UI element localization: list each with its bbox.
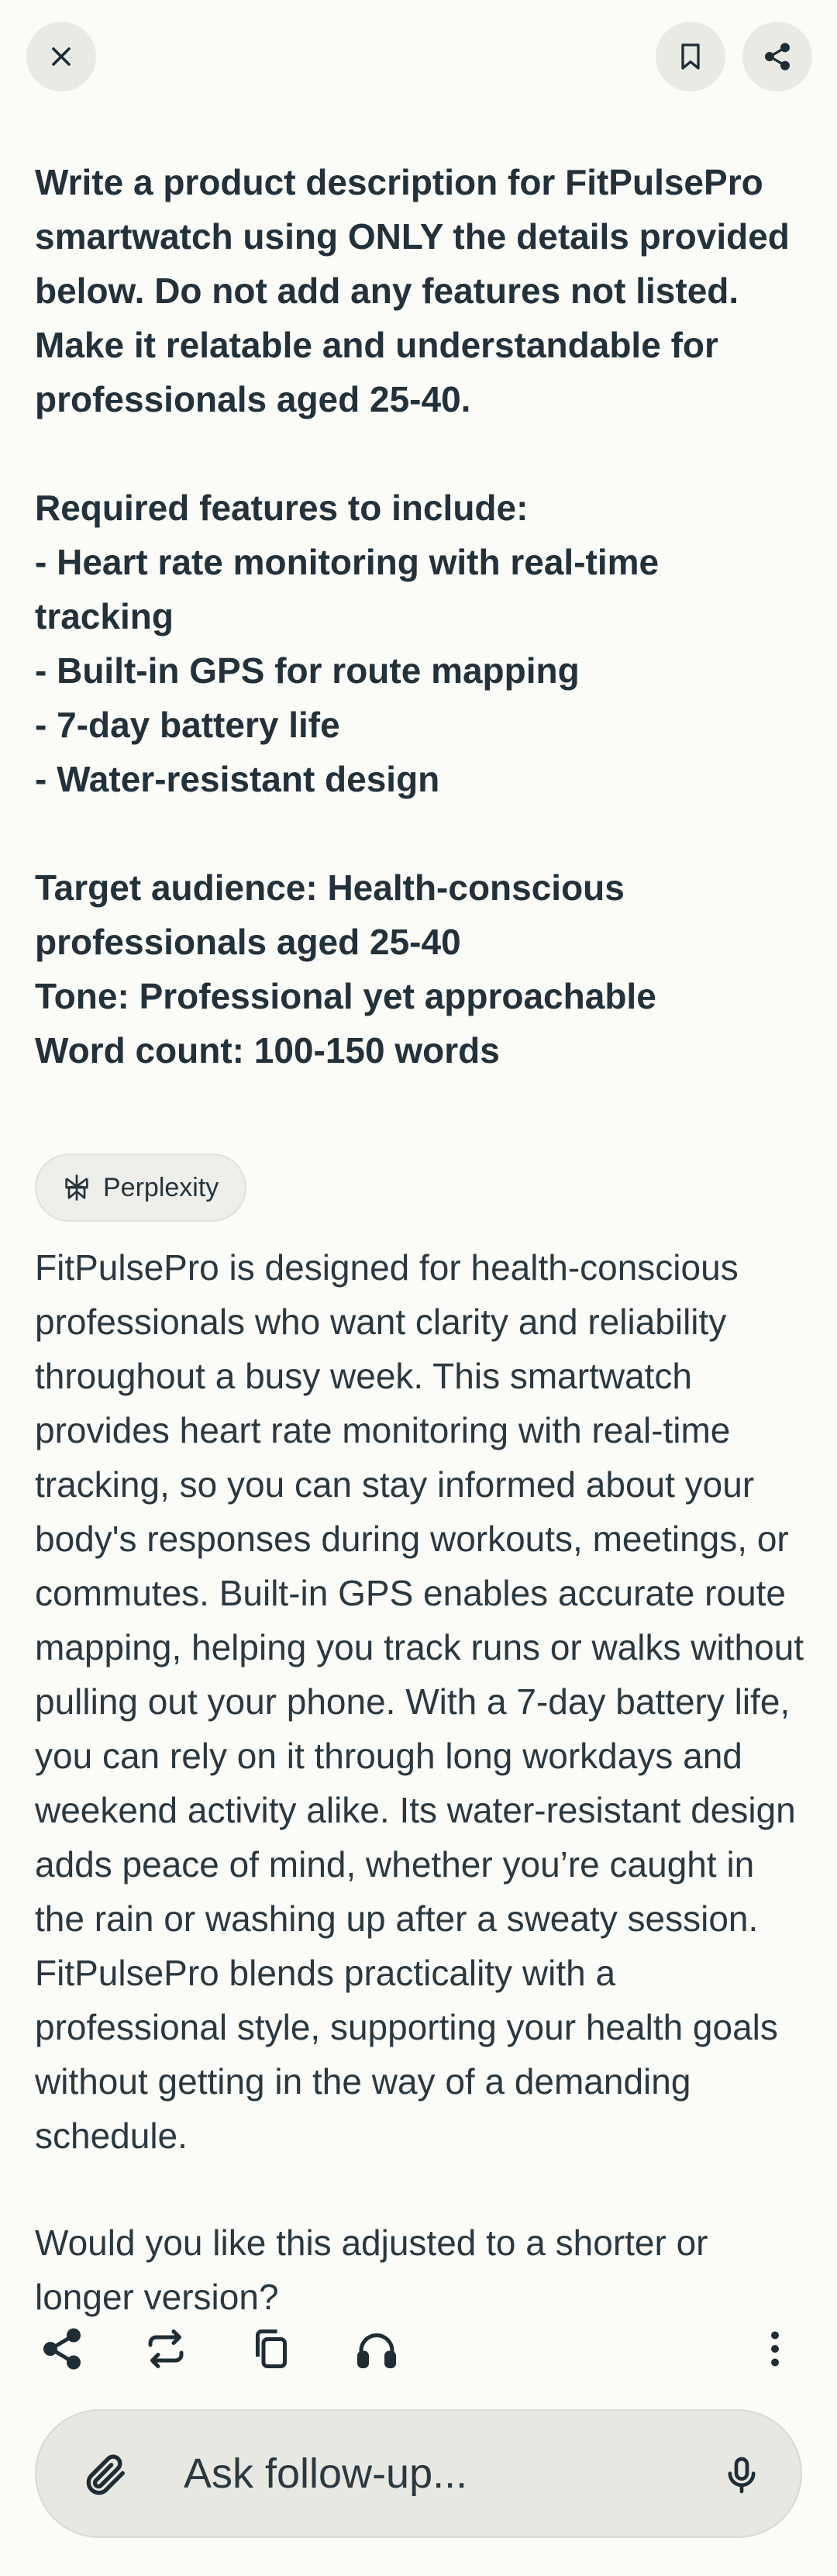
bookmark-button[interactable] xyxy=(656,22,725,91)
share-button[interactable] xyxy=(742,22,812,91)
answer-paragraph: FitPulsePro is designed for health-consc… xyxy=(35,1247,804,2156)
close-icon xyxy=(52,47,71,66)
rewrite-button[interactable] xyxy=(135,2318,197,2380)
headphones-icon xyxy=(357,2333,396,2368)
copy-button[interactable] xyxy=(240,2318,302,2380)
query-required-heading: Required features to include: xyxy=(35,488,529,528)
share-icon xyxy=(765,43,790,71)
close-button[interactable] xyxy=(26,22,96,91)
query-tone: Tone: Professional yet approachable xyxy=(35,976,656,1016)
query-feature: - Heart rate monitoring with real-time t… xyxy=(35,542,660,636)
source-chip[interactable]: Perplexity xyxy=(35,1154,247,1222)
source-label: Perplexity xyxy=(103,1172,219,1202)
attach-button[interactable] xyxy=(75,2444,137,2506)
answer-body: FitPulsePro is designed for health-consc… xyxy=(35,1240,810,2163)
copy-icon xyxy=(256,2329,287,2368)
query-feature: - Water-resistant design xyxy=(35,759,440,799)
query-feature: - Built-in GPS for route mapping xyxy=(35,650,580,691)
user-query: Write a product description for FitPulse… xyxy=(35,155,802,1078)
follow-up-question-text: Would you like this adjusted to a shorte… xyxy=(35,2223,708,2317)
bookmark-icon xyxy=(681,43,700,70)
top-bar xyxy=(0,0,837,116)
share-icon xyxy=(43,2328,81,2370)
follow-up-composer: Ask follow-up... xyxy=(35,2409,802,2538)
answer-actions xyxy=(0,2318,837,2380)
share-answer-button[interactable] xyxy=(31,2318,93,2380)
microphone-button[interactable] xyxy=(711,2444,773,2506)
query-feature: - 7-day battery life xyxy=(35,705,340,745)
paperclip-icon xyxy=(86,2454,125,2495)
rewrite-icon xyxy=(148,2329,184,2368)
query-word-count: Word count: 100-150 words xyxy=(35,1030,500,1071)
query-instructions: Write a product description for FitPulse… xyxy=(35,162,790,419)
listen-button[interactable] xyxy=(346,2318,408,2380)
microphone-icon xyxy=(728,2457,756,2494)
more-options-button[interactable] xyxy=(744,2318,806,2380)
more-vertical-icon xyxy=(771,2331,779,2367)
query-target-audience: Target audience: Health-conscious profes… xyxy=(35,867,625,962)
follow-up-input[interactable]: Ask follow-up... xyxy=(184,2411,664,2536)
perplexity-logo-icon xyxy=(65,1174,88,1201)
